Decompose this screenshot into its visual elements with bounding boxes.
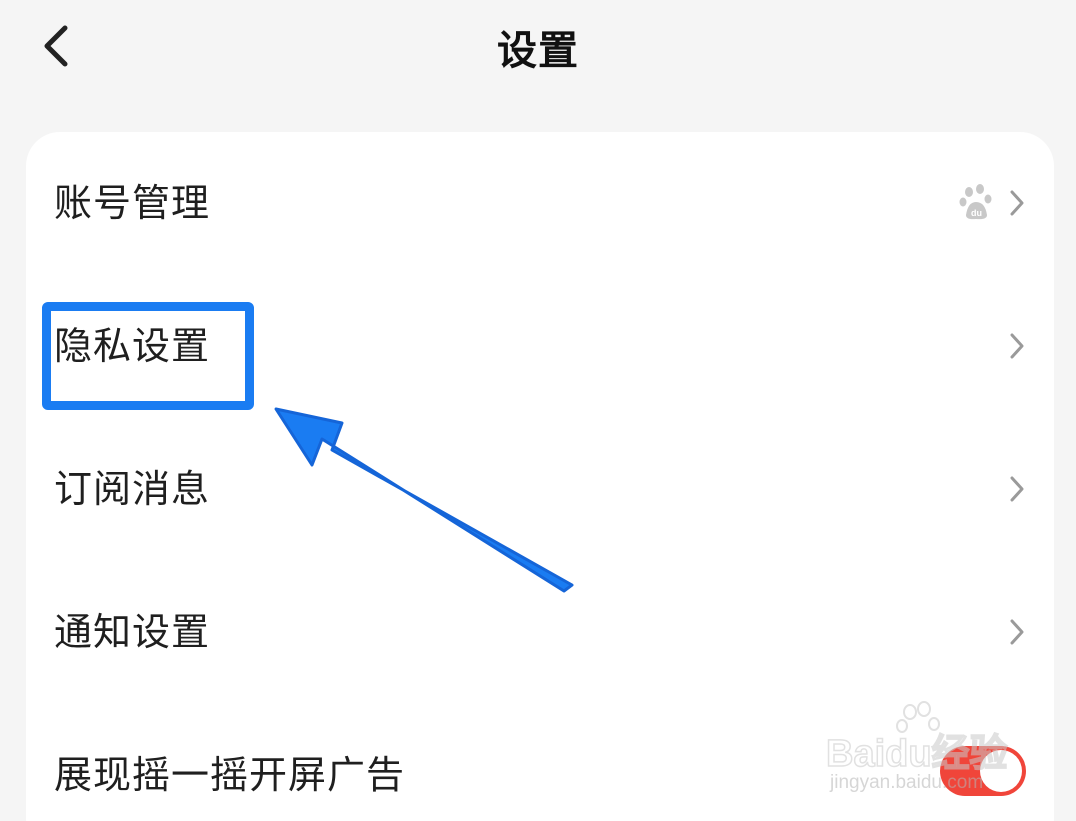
toggle-knob	[980, 750, 1022, 792]
header: 设置	[0, 0, 1076, 110]
settings-item-notifications[interactable]: 通知设置	[26, 561, 1054, 704]
settings-item-account[interactable]: 账号管理 du	[26, 132, 1054, 275]
settings-item-subscriptions[interactable]: 订阅消息	[26, 418, 1054, 561]
settings-item-label: 展现摇一摇开屏广告	[54, 753, 406, 797]
settings-item-privacy[interactable]: 隐私设置	[26, 275, 1054, 418]
baidu-paw-icon: du	[959, 184, 992, 220]
settings-item-shake-ad: 展现摇一摇开屏广告	[26, 704, 1054, 821]
settings-item-label: 通知设置	[54, 610, 211, 654]
chevron-right-icon	[1010, 190, 1024, 216]
chevron-right-icon	[1010, 333, 1024, 359]
chevron-right-icon	[1010, 476, 1024, 502]
shake-ad-toggle[interactable]	[940, 746, 1026, 796]
page-title: 设置	[497, 28, 579, 74]
settings-item-label: 账号管理	[54, 181, 211, 225]
settings-item-label: 隐私设置	[54, 324, 211, 368]
settings-screen: 设置 账号管理 du 隐私设置 订阅消息 通知设置 展现摇一摇开屏广告 Baid…	[0, 0, 1076, 821]
settings-item-label: 订阅消息	[54, 467, 211, 511]
settings-list: 账号管理 du 隐私设置 订阅消息 通知设置 展现摇一摇开屏广告	[26, 132, 1054, 821]
svg-text:du: du	[971, 208, 982, 218]
chevron-right-icon	[1010, 619, 1024, 645]
